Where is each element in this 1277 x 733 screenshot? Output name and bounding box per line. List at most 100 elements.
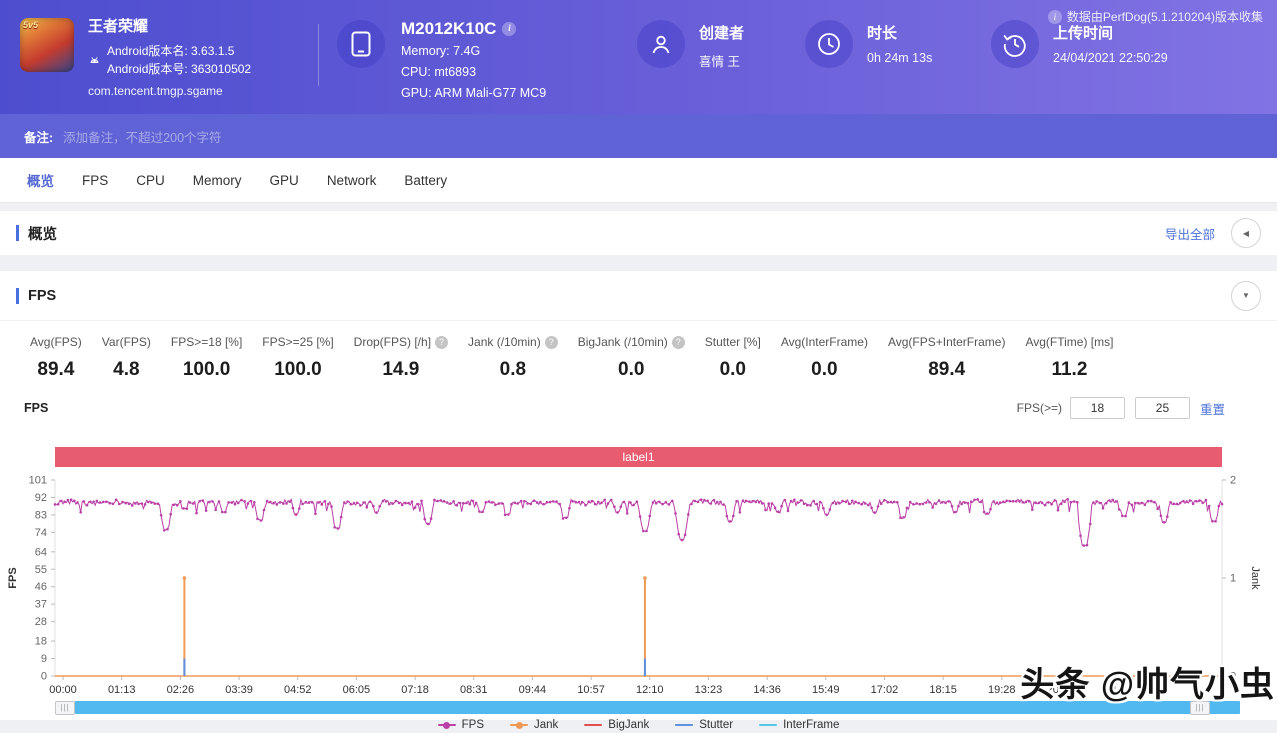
remark-placeholder[interactable]: 添加备注，不超过200个字符 bbox=[63, 127, 221, 146]
stat-item: Drop(FPS) [/h]? 14.9 bbox=[354, 335, 449, 381]
x-tick-label: 02:26 bbox=[167, 684, 195, 696]
device-memory: Memory: 7.4G bbox=[401, 44, 481, 58]
stat-label: Avg(InterFrame) bbox=[780, 335, 868, 349]
remark-bar[interactable]: 备注: 添加备注，不超过200个字符 bbox=[0, 114, 1277, 158]
tab-overview[interactable]: 概览 bbox=[27, 170, 54, 190]
legend-marker bbox=[510, 720, 528, 730]
help-icon[interactable]: ? bbox=[671, 335, 685, 349]
metric-tabbar: 概览 FPS CPU Memory GPU Network Battery bbox=[0, 158, 1277, 203]
x-tick-label: 13:23 bbox=[695, 684, 723, 696]
legend-item-jank[interactable]: Jank bbox=[510, 719, 558, 731]
watermark-text: 头条 @帅气小虫 bbox=[1020, 666, 1275, 704]
x-tick-label: 10:57 bbox=[577, 684, 605, 696]
overview-accent-bar bbox=[16, 225, 19, 241]
device-gpu: GPU: ARM Mali-G77 MC9 bbox=[401, 86, 547, 100]
creator-info: 创建者 喜情 王 bbox=[637, 18, 805, 70]
chevron-left-icon: ◀ bbox=[1242, 228, 1250, 238]
x-tick-label: 09:44 bbox=[519, 684, 547, 696]
duration-value: 0h 24m 13s bbox=[867, 51, 933, 65]
legend-label: Stutter bbox=[699, 719, 734, 731]
stat-value: 0.0 bbox=[811, 359, 838, 380]
x-tick-label: 06:05 bbox=[343, 684, 371, 696]
help-icon[interactable]: ? bbox=[435, 335, 449, 349]
android-version-code: Android版本号: 363010502 bbox=[107, 62, 252, 76]
y-left-tick-label: 46 bbox=[35, 581, 47, 593]
stat-label: Jank (/10min) bbox=[468, 335, 541, 349]
stat-label: Avg(FPS) bbox=[30, 335, 82, 349]
tab-battery[interactable]: Battery bbox=[404, 173, 447, 188]
fps-accent-bar bbox=[16, 287, 19, 304]
export-all-link[interactable]: 导出全部 bbox=[1165, 224, 1215, 243]
stat-item: FPS>=25 [%] 100.0 bbox=[262, 335, 333, 381]
game-app-icon: 5v5 bbox=[20, 18, 74, 72]
phone-icon bbox=[337, 20, 385, 68]
legend-marker bbox=[437, 720, 456, 730]
user-icon bbox=[637, 20, 685, 68]
legend-label: Jank bbox=[534, 719, 559, 731]
android-version-name: Android版本名: 3.63.1.5 bbox=[107, 44, 235, 58]
legend-label: InterFrame bbox=[783, 719, 840, 731]
tab-fps[interactable]: FPS bbox=[82, 173, 108, 188]
creator-label: 创建者 bbox=[699, 25, 745, 42]
fps-threshold-label: FPS(>=) bbox=[1016, 401, 1062, 415]
upload-time-info: 上传时间 24/04/2021 22:50:29 bbox=[991, 18, 1251, 68]
game-title: 王者荣耀 bbox=[88, 18, 149, 35]
collapse-left-button[interactable]: ◀ bbox=[1231, 218, 1261, 248]
app-info: 5v5 王者荣耀 Android版本名: 3.63.1.5 Android版本号… bbox=[20, 18, 318, 100]
legend-marker bbox=[675, 720, 694, 730]
legend-item-bigjank[interactable]: BigJank bbox=[584, 719, 649, 731]
stat-label: Stutter [%] bbox=[704, 335, 761, 349]
x-tick-label: 15:49 bbox=[812, 684, 840, 696]
fps-chart-toolbar: FPS FPS(>=) 重置 bbox=[0, 381, 1277, 419]
stat-item: BigJank (/10min)? 0.0 bbox=[578, 335, 685, 381]
stat-value: 4.8 bbox=[113, 359, 140, 380]
header-divider bbox=[318, 24, 319, 86]
stat-item: Var(FPS) 4.8 bbox=[102, 335, 151, 381]
device-model: M2012K10C bbox=[401, 19, 497, 38]
perfdog-version-note: i 数据由PerfDog(5.1.210204)版本收集 bbox=[1047, 8, 1263, 25]
legend-item-stutter[interactable]: Stutter bbox=[675, 719, 733, 731]
tab-network[interactable]: Network bbox=[327, 173, 377, 188]
x-tick-label: 07:18 bbox=[401, 684, 429, 696]
tab-cpu[interactable]: CPU bbox=[136, 173, 165, 188]
duration-info: 时长 0h 24m 13s bbox=[805, 18, 991, 68]
history-clock-icon bbox=[991, 20, 1039, 68]
collapse-down-button[interactable]: ▼ bbox=[1231, 280, 1261, 311]
stat-label: FPS>=25 [%] bbox=[262, 335, 334, 349]
help-icon[interactable]: ? bbox=[544, 335, 558, 349]
device-info: M2012K10C i Memory: 7.4G CPU: mt6893 GPU… bbox=[337, 18, 637, 104]
stat-value: 0.8 bbox=[499, 359, 527, 380]
scrollbar-left-handle[interactable]: ||| bbox=[55, 700, 75, 715]
fps-chart-label: FPS bbox=[24, 401, 49, 415]
fps-threshold-input-1[interactable] bbox=[1069, 397, 1125, 419]
stat-label: Avg(FPS+InterFrame) bbox=[887, 335, 1006, 349]
fps-series-line bbox=[54, 497, 1223, 547]
reset-link[interactable]: 重置 bbox=[1200, 399, 1225, 418]
tab-memory[interactable]: Memory bbox=[193, 173, 242, 188]
fps-threshold-input-2[interactable] bbox=[1134, 397, 1190, 419]
stat-item: Avg(FPS+InterFrame) 89.4 bbox=[888, 335, 1005, 381]
y-left-tick-label: 37 bbox=[35, 599, 47, 611]
stat-item: Avg(FTime) [ms] 11.2 bbox=[1025, 335, 1113, 381]
clock-icon bbox=[805, 20, 853, 68]
stat-value: 11.2 bbox=[1051, 359, 1088, 380]
device-info-icon[interactable]: i bbox=[502, 21, 517, 36]
fps-stats-row: Avg(FPS) 89.4 Var(FPS) 4.8 FPS>=18 [%] 100.0 F… bbox=[0, 321, 1277, 381]
chevron-down-icon: ▼ bbox=[1242, 291, 1250, 300]
tab-gpu[interactable]: GPU bbox=[270, 173, 299, 188]
legend-label: FPS bbox=[461, 719, 484, 731]
y-left-tick-label: 9 bbox=[41, 653, 47, 665]
x-tick-label: 08:31 bbox=[460, 684, 488, 696]
legend-item-interframe[interactable]: InterFrame bbox=[759, 719, 839, 731]
y-left-axis-title: FPS bbox=[7, 567, 19, 588]
y-right-tick-label: 1 bbox=[1230, 573, 1236, 585]
fps-section: FPS ▼ Avg(FPS) 89.4 Var(FPS) 4.8 FPS>=18 [%]… bbox=[0, 271, 1277, 731]
y-left-tick-label: 28 bbox=[35, 616, 47, 628]
y-left-tick-label: 83 bbox=[35, 509, 47, 521]
overview-section: 概览 导出全部 ◀ bbox=[0, 211, 1277, 255]
y-left-tick-label: 0 bbox=[41, 671, 47, 683]
legend-item-fps[interactable]: FPS bbox=[437, 719, 484, 731]
stat-value: 0.0 bbox=[719, 359, 746, 380]
stat-item: FPS>=18 [%] 100.0 bbox=[171, 335, 242, 381]
game-icon-badge: 5v5 bbox=[23, 20, 39, 30]
